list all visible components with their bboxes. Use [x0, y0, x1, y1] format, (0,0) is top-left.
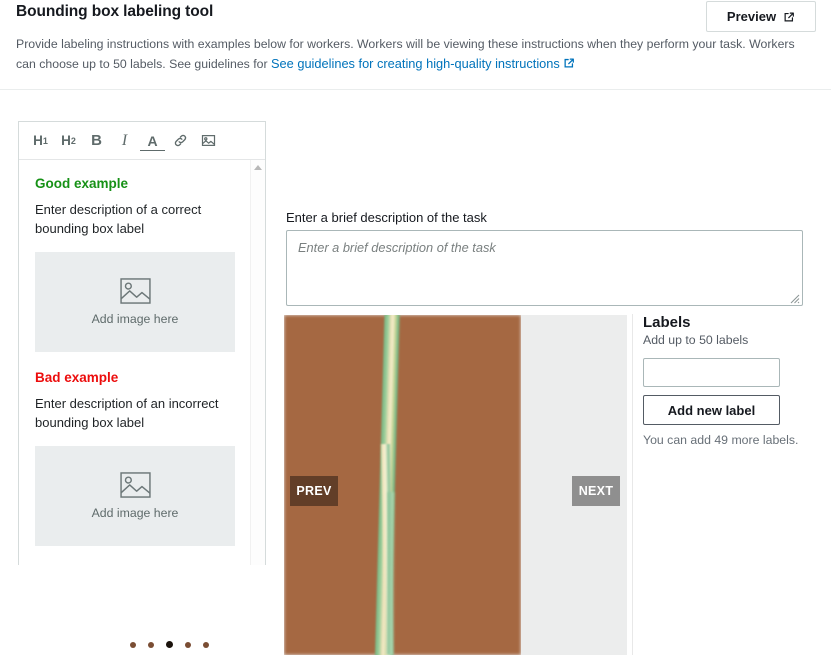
carousel-image-plant-leaf [385, 491, 396, 655]
bad-example-dropzone-label: Add image here [91, 506, 179, 520]
task-description-input[interactable] [286, 230, 803, 306]
new-label-input[interactable] [643, 358, 780, 387]
good-example-text: Enter description of a correct bounding … [35, 202, 202, 236]
bad-example-heading: Bad example [35, 370, 119, 385]
labels-panel: Labels Add up to 50 labels Add new label… [643, 314, 803, 447]
picture-icon [119, 472, 151, 498]
carousel-dot-5[interactable] [203, 641, 209, 648]
page-header: Bounding box labeling tool Preview Provi… [0, 0, 831, 90]
italic-button[interactable]: I [112, 128, 137, 154]
guidelines-link-text: See guidelines for creating high-quality… [271, 56, 560, 71]
link-icon[interactable] [168, 128, 193, 154]
carousel-dot-1[interactable] [130, 641, 136, 648]
main-content: H1 H2 B I A Good example Enter descripti… [0, 90, 831, 655]
carousel-prev-button[interactable]: PREV [290, 476, 338, 506]
editor-scrollbar[interactable] [250, 160, 265, 565]
heading-2-button[interactable]: H2 [56, 128, 81, 154]
external-link-icon [564, 58, 574, 68]
heading-1-button[interactable]: H1 [28, 128, 53, 154]
example-image-carousel[interactable]: PREV NEXT [284, 315, 627, 655]
labels-remaining-hint: You can add 49 more labels. [643, 433, 799, 447]
good-example-image-dropzone[interactable]: Add image here [35, 252, 235, 352]
instructions-editor-panel: H1 H2 B I A Good example Enter descripti… [18, 121, 266, 565]
task-description-label: Enter a brief description of the task [286, 210, 487, 225]
page-title: Bounding box labeling tool [16, 3, 214, 20]
scroll-up-arrow-icon[interactable] [254, 165, 262, 170]
guidelines-link[interactable]: See guidelines for creating high-quality… [271, 56, 575, 71]
good-example-heading: Good example [35, 176, 129, 191]
good-example-dropzone-label: Add image here [91, 312, 179, 326]
carousel-dot-2[interactable] [148, 641, 154, 648]
image-icon[interactable] [196, 128, 221, 154]
editor-body[interactable]: Good example Enter description of a corr… [19, 160, 265, 565]
external-link-icon [783, 11, 795, 23]
preview-button[interactable]: Preview [706, 1, 816, 32]
bad-example-text: Enter description of an incorrect boundi… [35, 396, 219, 430]
carousel-dot-3[interactable] [166, 641, 173, 648]
carousel-dot-4[interactable] [185, 641, 191, 648]
bad-example-image-dropzone[interactable]: Add image here [35, 446, 235, 546]
editor-toolbar: H1 H2 B I A [19, 122, 265, 160]
preview-button-label: Preview [726, 9, 777, 24]
picture-icon [119, 278, 151, 304]
carousel-dots [130, 641, 209, 648]
carousel-next-button[interactable]: NEXT [572, 476, 620, 506]
header-description: Provide labeling instructions with examp… [16, 34, 806, 74]
bold-button[interactable]: B [84, 128, 109, 154]
underline-button[interactable]: A [140, 132, 165, 151]
add-new-label-button[interactable]: Add new label [643, 395, 780, 425]
labels-panel-divider [632, 314, 633, 655]
labels-subtitle: Add up to 50 labels [643, 333, 749, 347]
labels-title: Labels [643, 314, 691, 331]
